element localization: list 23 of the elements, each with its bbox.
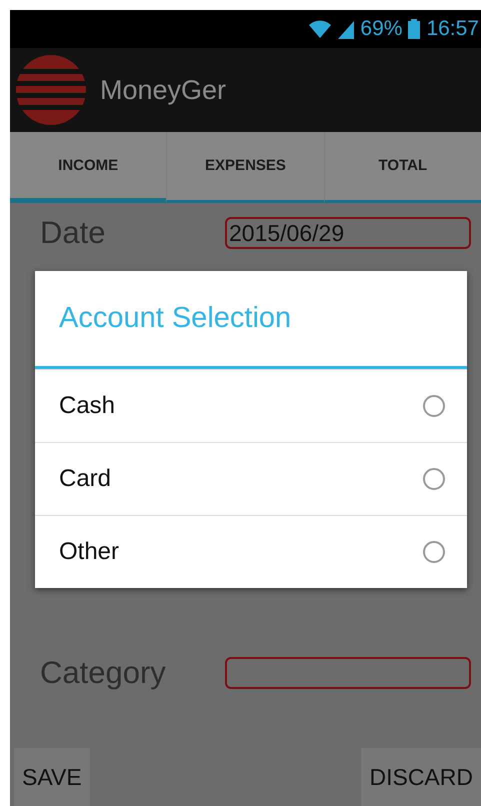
account-option[interactable]: Cash (35, 369, 467, 442)
radio-button[interactable] (423, 468, 445, 490)
radio-button[interactable] (423, 541, 445, 563)
action-button[interactable]: DISCARD (361, 748, 481, 806)
wifi-icon (308, 19, 332, 39)
dialog-title: Account Selection (35, 271, 467, 369)
tab[interactable]: EXPENSES (166, 132, 324, 203)
signal-icon (338, 19, 354, 39)
field-label: Date (40, 215, 106, 251)
battery-percent: 69% (360, 17, 402, 41)
input-field[interactable]: 2015/06/29 (225, 217, 471, 249)
battery-icon (408, 19, 420, 39)
account-option[interactable]: Other (35, 515, 467, 588)
action-button[interactable]: SAVE (14, 748, 90, 806)
tab[interactable]: TOTAL (324, 132, 481, 203)
field-label: Category (40, 655, 167, 691)
striped-logo-icon (16, 55, 86, 125)
tab[interactable]: INCOME (10, 132, 166, 203)
input-field[interactable] (225, 657, 471, 689)
clock: 16:57 (426, 17, 479, 41)
app-title: MoneyGer (100, 74, 226, 106)
account-option[interactable]: Card (35, 442, 467, 515)
radio-button[interactable] (423, 395, 445, 417)
